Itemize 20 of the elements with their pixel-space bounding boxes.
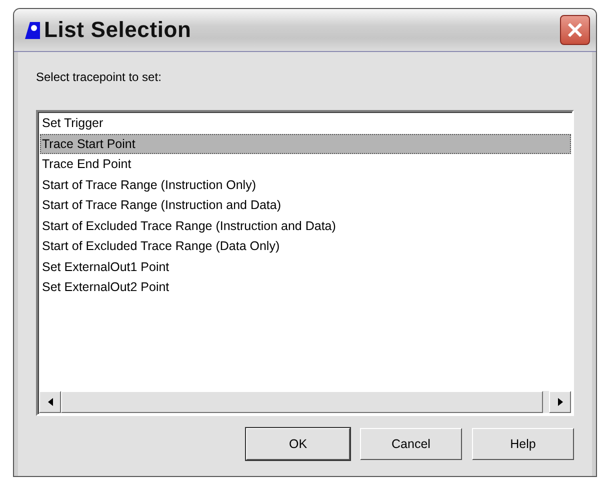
prompt-label: Select tracepoint to set: xyxy=(36,70,162,84)
list-item[interactable]: Start of Trace Range (Instruction Only) xyxy=(40,174,571,195)
dialog-button[interactable]: OK xyxy=(246,428,350,460)
dialog-button[interactable]: Help xyxy=(472,428,574,460)
scroll-right-button[interactable] xyxy=(549,391,571,413)
scroll-left-button[interactable] xyxy=(39,391,61,413)
list-item[interactable]: Set ExternalOut2 Point xyxy=(40,277,571,298)
left-arrow-icon xyxy=(48,398,52,406)
list-item[interactable]: Start of Excluded Trace Range (Instruction and Data) xyxy=(40,216,571,236)
close-icon xyxy=(566,21,584,39)
window-title: List Selection xyxy=(44,17,192,43)
list-item[interactable]: Trace Start Point xyxy=(40,134,571,154)
list-item[interactable]: Start of Excluded Trace Range (Data Only) xyxy=(40,236,571,256)
list-item[interactable]: Trace End Point xyxy=(40,154,571,174)
close-button[interactable] xyxy=(560,15,590,45)
right-arrow-icon xyxy=(558,398,562,406)
list-item[interactable]: Set ExternalOut1 Point xyxy=(40,256,571,277)
list-item[interactable]: Start of Trace Range (Instruction and Data) xyxy=(40,195,571,216)
list-item[interactable]: Set Trigger xyxy=(40,113,571,134)
dialog-button[interactable]: Cancel xyxy=(360,428,462,460)
